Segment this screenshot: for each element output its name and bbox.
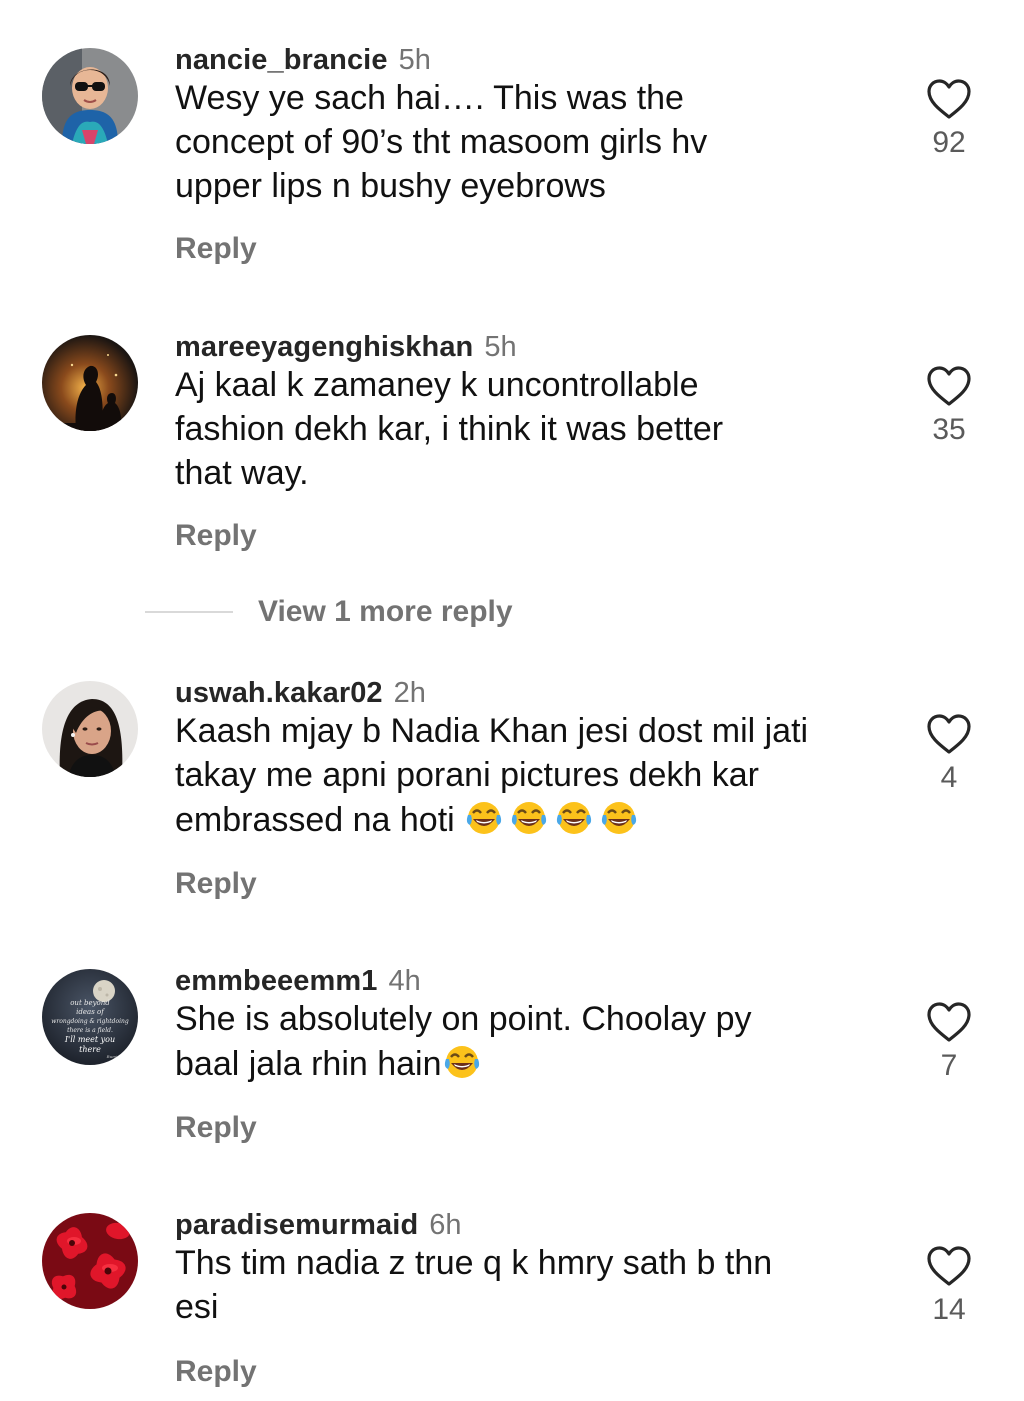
comment-text: Kaash mjay b Nadia Khan jesi dost mil ja… <box>175 709 885 842</box>
comment-text: Aj kaal k zamaney k uncontrollable fashi… <box>175 366 724 492</box>
comment-username[interactable]: mareeyagenghiskhan <box>175 331 473 364</box>
heart-icon <box>927 1246 971 1286</box>
comment-time: 4h <box>388 964 421 997</box>
avatar[interactable] <box>42 681 138 777</box>
avatar[interactable] <box>42 48 138 144</box>
svg-text:out beyond: out beyond <box>70 999 110 1007</box>
like-count: 92 <box>932 126 966 159</box>
avatar[interactable] <box>42 335 138 431</box>
comment-username[interactable]: paradisemurmaid <box>175 1209 418 1242</box>
laughing-emoji-group <box>464 801 639 839</box>
like-count: 4 <box>940 761 958 794</box>
heart-icon <box>927 366 971 406</box>
svg-text:Rumi: Rumi <box>106 1054 118 1059</box>
woman-sunglasses-avatar-icon <box>42 48 138 144</box>
laughing-tears-emoji-icon <box>467 802 502 834</box>
reply-button[interactable]: Reply <box>175 232 257 266</box>
reply-button[interactable]: Reply <box>175 867 257 901</box>
heart-icon <box>927 79 971 119</box>
like-button[interactable]: 7 <box>918 1001 980 1083</box>
like-count: 35 <box>932 413 966 446</box>
svg-text:I'll meet you: I'll meet you <box>64 1035 115 1044</box>
like-count: 14 <box>932 1293 966 1326</box>
moon-quote-avatar-icon: out beyond ideas of wrongdoing & rightdo… <box>42 969 138 1065</box>
like-button[interactable]: 4 <box>918 713 980 795</box>
reply-button[interactable]: Reply <box>175 519 257 553</box>
comment-username[interactable]: uswah.kakar02 <box>175 677 383 710</box>
mother-child-silhouette-avatar-icon <box>42 335 138 431</box>
comment-username[interactable]: emmbeeemm1 <box>175 965 378 998</box>
view-more-replies-label: View 1 more reply <box>258 595 513 628</box>
heart-icon <box>927 1002 971 1042</box>
like-count: 7 <box>940 1049 958 1082</box>
girl-portrait-avatar-icon <box>42 681 138 777</box>
red-flowers-avatar-icon <box>42 1213 138 1309</box>
reply-button[interactable]: Reply <box>175 1355 257 1389</box>
replies-divider <box>145 611 233 613</box>
svg-text:ideas of: ideas of <box>76 1008 105 1016</box>
avatar[interactable]: out beyond ideas of wrongdoing & rightdo… <box>42 969 138 1065</box>
comment-time: 5h <box>398 43 431 76</box>
comment-time: 6h <box>429 1208 462 1241</box>
comment-time: 5h <box>484 330 517 363</box>
heart-icon <box>927 714 971 754</box>
reply-button[interactable]: Reply <box>175 1111 257 1145</box>
comment-time: 2h <box>393 676 426 709</box>
like-button[interactable]: 35 <box>918 365 980 447</box>
comment-text: Wesy ye sach hai…. This was the concept … <box>175 79 708 205</box>
laughing-tears-emoji-icon <box>512 802 547 834</box>
svg-text:there is a field.: there is a field. <box>67 1027 113 1034</box>
like-button[interactable]: 14 <box>918 1245 980 1327</box>
svg-text:wrongdoing & rightdoing: wrongdoing & rightdoing <box>51 1018 129 1025</box>
svg-text:there: there <box>79 1045 101 1054</box>
view-more-replies[interactable]: View 1 more reply <box>145 590 513 634</box>
laughing-tears-emoji-icon <box>602 802 637 834</box>
laughing-tears-emoji-icon <box>444 1046 479 1078</box>
comment-username[interactable]: nancie_brancie <box>175 44 388 77</box>
avatar[interactable] <box>42 1213 138 1309</box>
comment-text: Ths tim nadia z true q k hmry sath b thn… <box>175 1244 773 1326</box>
like-button[interactable]: 92 <box>918 78 980 160</box>
laughing-tears-emoji-icon <box>557 802 592 834</box>
comment-text: She is absolutely on point. Choolay py b… <box>175 997 885 1086</box>
